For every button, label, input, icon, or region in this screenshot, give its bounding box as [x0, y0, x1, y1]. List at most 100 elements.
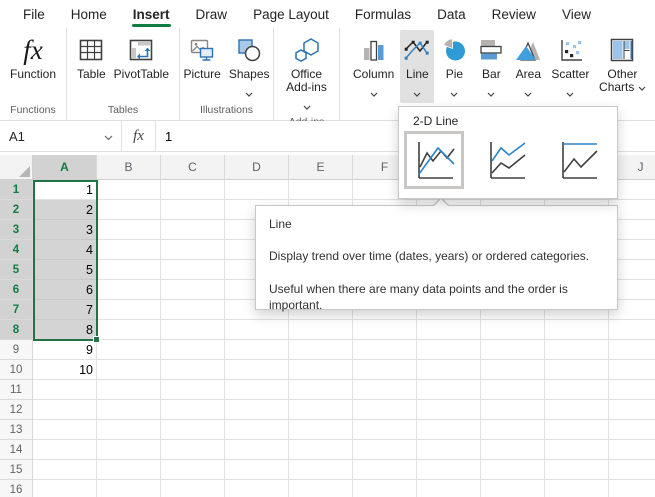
cell-C8[interactable]: [161, 320, 225, 340]
cell-C16[interactable]: [161, 480, 225, 497]
cell-A10[interactable]: 10: [33, 360, 97, 380]
row-header-16[interactable]: 16: [0, 480, 33, 497]
function-button[interactable]: fx Function: [7, 30, 59, 103]
cell-G11[interactable]: [417, 380, 481, 400]
chart-style-line[interactable]: [404, 131, 464, 189]
row-header-4[interactable]: 4: [0, 240, 33, 260]
cell-I16[interactable]: [545, 480, 609, 497]
cell-A3[interactable]: 3: [33, 220, 97, 240]
cell-G15[interactable]: [417, 460, 481, 480]
cell-D1[interactable]: [225, 180, 289, 200]
cell-E8[interactable]: [289, 320, 353, 340]
cell-C4[interactable]: [161, 240, 225, 260]
cell-B16[interactable]: [97, 480, 161, 497]
chart-style-stacked-line[interactable]: [476, 131, 536, 189]
shapes-button[interactable]: Shapes: [226, 30, 273, 103]
cell-B2[interactable]: [97, 200, 161, 220]
menu-tab-formulas[interactable]: Formulas: [342, 0, 424, 28]
row-header-1[interactable]: 1: [0, 180, 33, 200]
row-header-8[interactable]: 8: [0, 320, 33, 340]
menu-tab-data[interactable]: Data: [424, 0, 479, 28]
cell-J13[interactable]: [609, 420, 655, 440]
cell-H16[interactable]: [481, 480, 545, 497]
cell-J14[interactable]: [609, 440, 655, 460]
cell-F16[interactable]: [353, 480, 417, 497]
cell-A11[interactable]: [33, 380, 97, 400]
cell-G12[interactable]: [417, 400, 481, 420]
cell-E9[interactable]: [289, 340, 353, 360]
row-header-12[interactable]: 12: [0, 400, 33, 420]
cell-C15[interactable]: [161, 460, 225, 480]
cell-A9[interactable]: 9: [33, 340, 97, 360]
cell-C6[interactable]: [161, 280, 225, 300]
cell-H12[interactable]: [481, 400, 545, 420]
cell-F9[interactable]: [353, 340, 417, 360]
menu-tab-page-layout[interactable]: Page Layout: [240, 0, 342, 28]
menu-tab-view[interactable]: View: [549, 0, 604, 28]
cell-E15[interactable]: [289, 460, 353, 480]
cell-H10[interactable]: [481, 360, 545, 380]
cell-C3[interactable]: [161, 220, 225, 240]
cell-F12[interactable]: [353, 400, 417, 420]
cell-H14[interactable]: [481, 440, 545, 460]
row-header-7[interactable]: 7: [0, 300, 33, 320]
cell-D8[interactable]: [225, 320, 289, 340]
fill-handle[interactable]: [93, 336, 100, 343]
cell-C10[interactable]: [161, 360, 225, 380]
cell-D14[interactable]: [225, 440, 289, 460]
table-button[interactable]: Table: [74, 30, 109, 103]
cell-A2[interactable]: 2: [33, 200, 97, 220]
scatter-chart-button[interactable]: Scatter: [548, 30, 592, 103]
column-header-d[interactable]: D: [225, 155, 289, 180]
column-chart-button[interactable]: Column: [350, 30, 397, 103]
cell-H13[interactable]: [481, 420, 545, 440]
cell-F15[interactable]: [353, 460, 417, 480]
column-header-a[interactable]: A: [33, 155, 97, 180]
cell-C1[interactable]: [161, 180, 225, 200]
cell-G9[interactable]: [417, 340, 481, 360]
line-chart-button[interactable]: Line: [400, 30, 434, 103]
cell-A12[interactable]: [33, 400, 97, 420]
cell-C9[interactable]: [161, 340, 225, 360]
office-addins-button[interactable]: Office Add-ins: [280, 30, 334, 115]
cell-I15[interactable]: [545, 460, 609, 480]
cell-B5[interactable]: [97, 260, 161, 280]
row-header-5[interactable]: 5: [0, 260, 33, 280]
cell-F8[interactable]: [353, 320, 417, 340]
cell-C13[interactable]: [161, 420, 225, 440]
cell-I13[interactable]: [545, 420, 609, 440]
menu-tab-draw[interactable]: Draw: [183, 0, 241, 28]
cell-G14[interactable]: [417, 440, 481, 460]
cell-B15[interactable]: [97, 460, 161, 480]
cell-C2[interactable]: [161, 200, 225, 220]
cell-I11[interactable]: [545, 380, 609, 400]
cell-F10[interactable]: [353, 360, 417, 380]
other-charts-button[interactable]: Other Charts: [595, 30, 649, 103]
cell-A14[interactable]: [33, 440, 97, 460]
cell-J12[interactable]: [609, 400, 655, 420]
cell-B12[interactable]: [97, 400, 161, 420]
cell-B8[interactable]: [97, 320, 161, 340]
row-header-11[interactable]: 11: [0, 380, 33, 400]
cell-E14[interactable]: [289, 440, 353, 460]
name-box[interactable]: A1: [0, 121, 122, 151]
insert-function-button[interactable]: fx: [122, 121, 156, 151]
cell-F11[interactable]: [353, 380, 417, 400]
menu-tab-file[interactable]: File: [10, 0, 58, 28]
cell-A7[interactable]: 7: [33, 300, 97, 320]
cell-B13[interactable]: [97, 420, 161, 440]
cell-E13[interactable]: [289, 420, 353, 440]
cell-B4[interactable]: [97, 240, 161, 260]
cell-H8[interactable]: [481, 320, 545, 340]
row-header-14[interactable]: 14: [0, 440, 33, 460]
cell-I8[interactable]: [545, 320, 609, 340]
cell-E11[interactable]: [289, 380, 353, 400]
column-header-b[interactable]: B: [97, 155, 161, 180]
cell-A13[interactable]: [33, 420, 97, 440]
cell-E16[interactable]: [289, 480, 353, 497]
cell-J16[interactable]: [609, 480, 655, 497]
cell-C12[interactable]: [161, 400, 225, 420]
cell-G8[interactable]: [417, 320, 481, 340]
cell-D11[interactable]: [225, 380, 289, 400]
cell-H11[interactable]: [481, 380, 545, 400]
